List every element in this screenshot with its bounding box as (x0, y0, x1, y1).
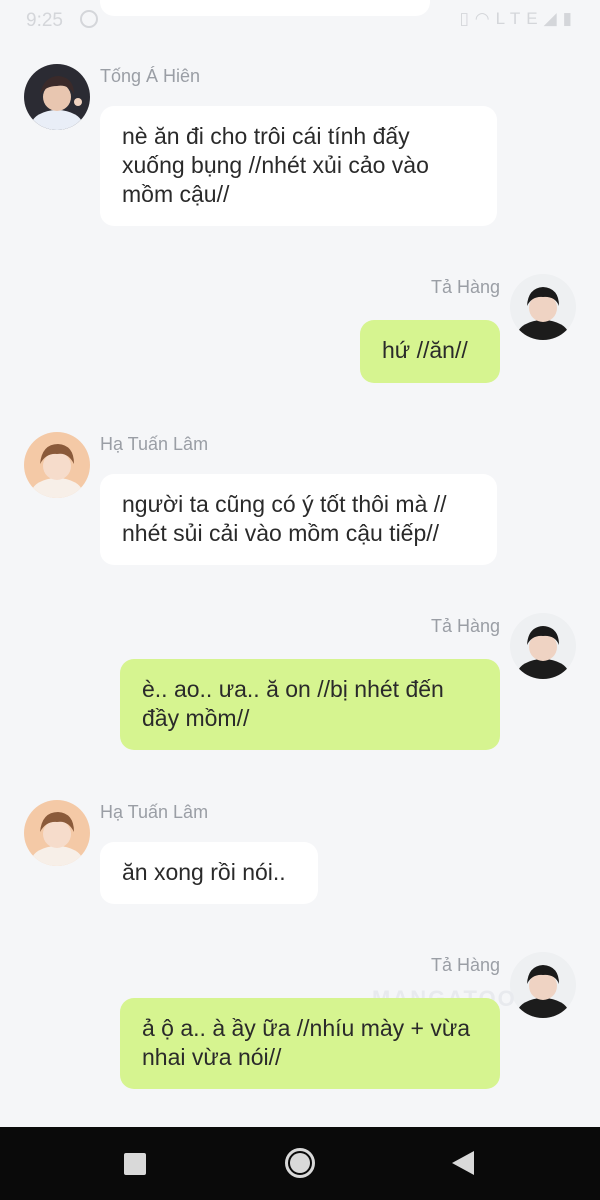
back-icon[interactable] (452, 1151, 474, 1175)
message-bubble[interactable]: ả ộ a.. à ầy ữa //nhíu mày + vừa nhai vừ… (120, 998, 500, 1089)
status-icons: ▯◠LTE◢▮ (459, 9, 578, 29)
avatar-ha-tuan-lam[interactable] (24, 800, 90, 866)
signal-icon: ◢ (543, 9, 563, 28)
vibrate-icon: ▯ (459, 9, 475, 28)
avatar-ha-tuan-lam[interactable] (24, 432, 90, 498)
status-time: 9:25 (26, 10, 63, 31)
sender-name: Tả Hàng (430, 277, 500, 297)
recents-icon[interactable] (124, 1153, 146, 1175)
status-bar: 9:25 ▯◠LTE◢▮ (0, 0, 600, 42)
sender-name: Tả Hàng (430, 955, 500, 975)
sender-name: Tả Hàng (430, 616, 500, 636)
message-bubble[interactable]: nè ăn đi cho trôi cái tính đấy xuống bụn… (100, 106, 497, 226)
sender-name: Tống Á Hiên (100, 66, 201, 86)
wifi-icon: ◠ (474, 9, 496, 28)
sync-icon (80, 10, 98, 28)
avatar-ta-hang[interactable] (510, 952, 576, 1018)
avatar-ta-hang[interactable] (510, 613, 576, 679)
home-icon-inner (290, 1153, 310, 1173)
message-bubble[interactable]: người ta cũng có ý tốt thôi mà // nhét s… (100, 474, 497, 565)
message-bubble[interactable]: ăn xong rồi nói.. (100, 842, 318, 904)
message-bubble[interactable]: è.. ao.. ưa.. ă on //bị nhét đến đầy mồm… (120, 659, 500, 750)
sender-name: Hạ Tuấn Lâm (100, 434, 209, 454)
avatar-tong-a-hien[interactable] (24, 64, 90, 130)
network-label: LTE (495, 9, 544, 28)
avatar-ta-hang[interactable] (510, 274, 576, 340)
sender-name: Hạ Tuấn Lâm (100, 802, 209, 822)
battery-icon: ▮ (562, 9, 578, 28)
message-bubble[interactable]: hứ //ăn// (360, 320, 500, 383)
